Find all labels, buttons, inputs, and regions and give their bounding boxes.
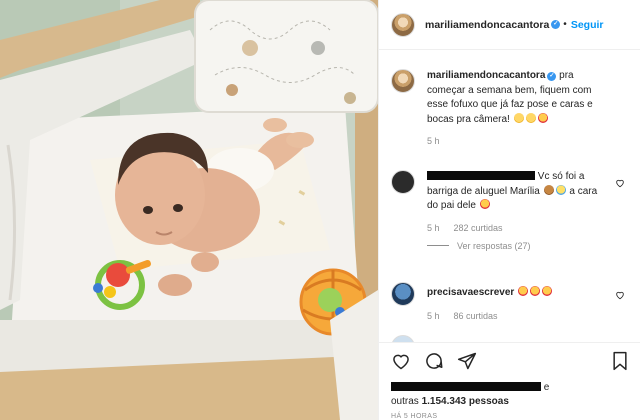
likes-connector: e — [543, 382, 550, 393]
comment-likes[interactable]: 86 curtidas — [454, 311, 498, 321]
comment-line-1: Vc só foi a — [537, 171, 585, 182]
comment-bubble-icon[interactable] — [424, 351, 444, 371]
commenter-username[interactable]: precisavaescrever — [427, 287, 514, 298]
likes-prefix: outras — [391, 396, 419, 407]
commenter-avatar[interactable] — [391, 170, 415, 194]
paper-plane-icon[interactable] — [457, 351, 477, 371]
action-icons — [391, 351, 477, 371]
follow-button[interactable]: Seguir — [571, 19, 604, 31]
comment-text: precisavaescrever — [427, 282, 611, 301]
comment-line-2: barriga de aluguel Marília — [427, 185, 540, 197]
comment-meta: 5 h 86 curtidas — [427, 311, 631, 321]
grinning-face-emoji-icon — [525, 112, 536, 123]
separator-dot: • — [563, 19, 567, 30]
comment-item: precisavaescrever 5 h 86 curtidas — [391, 282, 631, 321]
likes-summary[interactable]: e outras 1.154.343 pessoas — [391, 381, 631, 409]
like-comment-heart-icon[interactable] — [615, 290, 625, 300]
redacted-liker-names — [391, 382, 541, 391]
post-header: mariliamendoncacantora ✓ • Seguir — [379, 0, 640, 50]
caption-author-avatar[interactable] — [391, 69, 415, 93]
verified-badge-icon: ✓ — [551, 20, 561, 29]
instagram-post-modal: mariliamendoncacantora ✓ • Seguir marili… — [0, 0, 640, 420]
redacted-username — [427, 171, 535, 180]
comment-time[interactable]: 5 h — [427, 311, 440, 321]
star-struck-emoji-icon — [479, 199, 490, 209]
caption-text: mariliamendoncacantora ✓ pra começar a se… — [427, 69, 611, 127]
likes-suffix[interactable]: pessoas — [469, 396, 509, 407]
commenter-avatar[interactable] — [391, 282, 415, 306]
comment-text: Vc só foi a barriga de aluguel Marília a… — [427, 170, 611, 214]
comments-list[interactable]: mariliamendoncacantora ✓ pra começar a se… — [379, 50, 640, 342]
star-struck-emoji-icon — [518, 286, 529, 296]
comment-meta: 5 h 282 curtidas — [427, 223, 631, 233]
post-actions: e outras 1.154.343 pessoas HÁ 5 HORAS — [379, 342, 640, 420]
caption-username[interactable]: mariliamendoncacantora — [427, 70, 545, 81]
smiling-face-emoji-icon — [513, 112, 524, 123]
author-username[interactable]: mariliamendoncacantora — [425, 19, 549, 31]
caption-time[interactable]: 5 h — [427, 136, 440, 146]
post-timestamp[interactable]: HÁ 5 HORAS — [391, 413, 437, 420]
post-photo[interactable] — [0, 0, 378, 420]
comment-time[interactable]: 5 h — [427, 223, 440, 233]
laughing-emoji-icon — [555, 184, 566, 195]
star-struck-emoji-icon — [542, 286, 553, 296]
baby-in-crib-illustration — [0, 0, 378, 420]
view-replies-label[interactable]: Ver respostas (27) — [457, 241, 531, 251]
likes-count[interactable]: 1.154.343 — [422, 396, 467, 407]
view-replies-button[interactable]: Ver respostas (27) — [427, 241, 631, 251]
verified-badge-icon: ✓ — [547, 72, 557, 81]
heart-icon[interactable] — [391, 351, 411, 371]
caption: mariliamendoncacantora ✓ pra começar a se… — [391, 69, 631, 146]
replies-line — [427, 245, 449, 246]
author-avatar[interactable] — [391, 12, 415, 37]
commenter-avatar[interactable] — [391, 335, 415, 342]
hand-emoji-icon — [543, 184, 554, 195]
comment-likes[interactable]: 282 curtidas — [454, 223, 503, 233]
caption-meta: 5 h — [427, 136, 631, 146]
star-struck-emoji-icon — [537, 112, 548, 123]
like-comment-heart-icon[interactable] — [615, 178, 625, 188]
post-details-panel: mariliamendoncacantora ✓ • Seguir marili… — [378, 0, 640, 420]
comment-item: Vc só foi a barriga de aluguel Marília a… — [391, 170, 631, 251]
bookmark-icon[interactable] — [611, 351, 629, 371]
star-struck-emoji-icon — [530, 286, 541, 296]
